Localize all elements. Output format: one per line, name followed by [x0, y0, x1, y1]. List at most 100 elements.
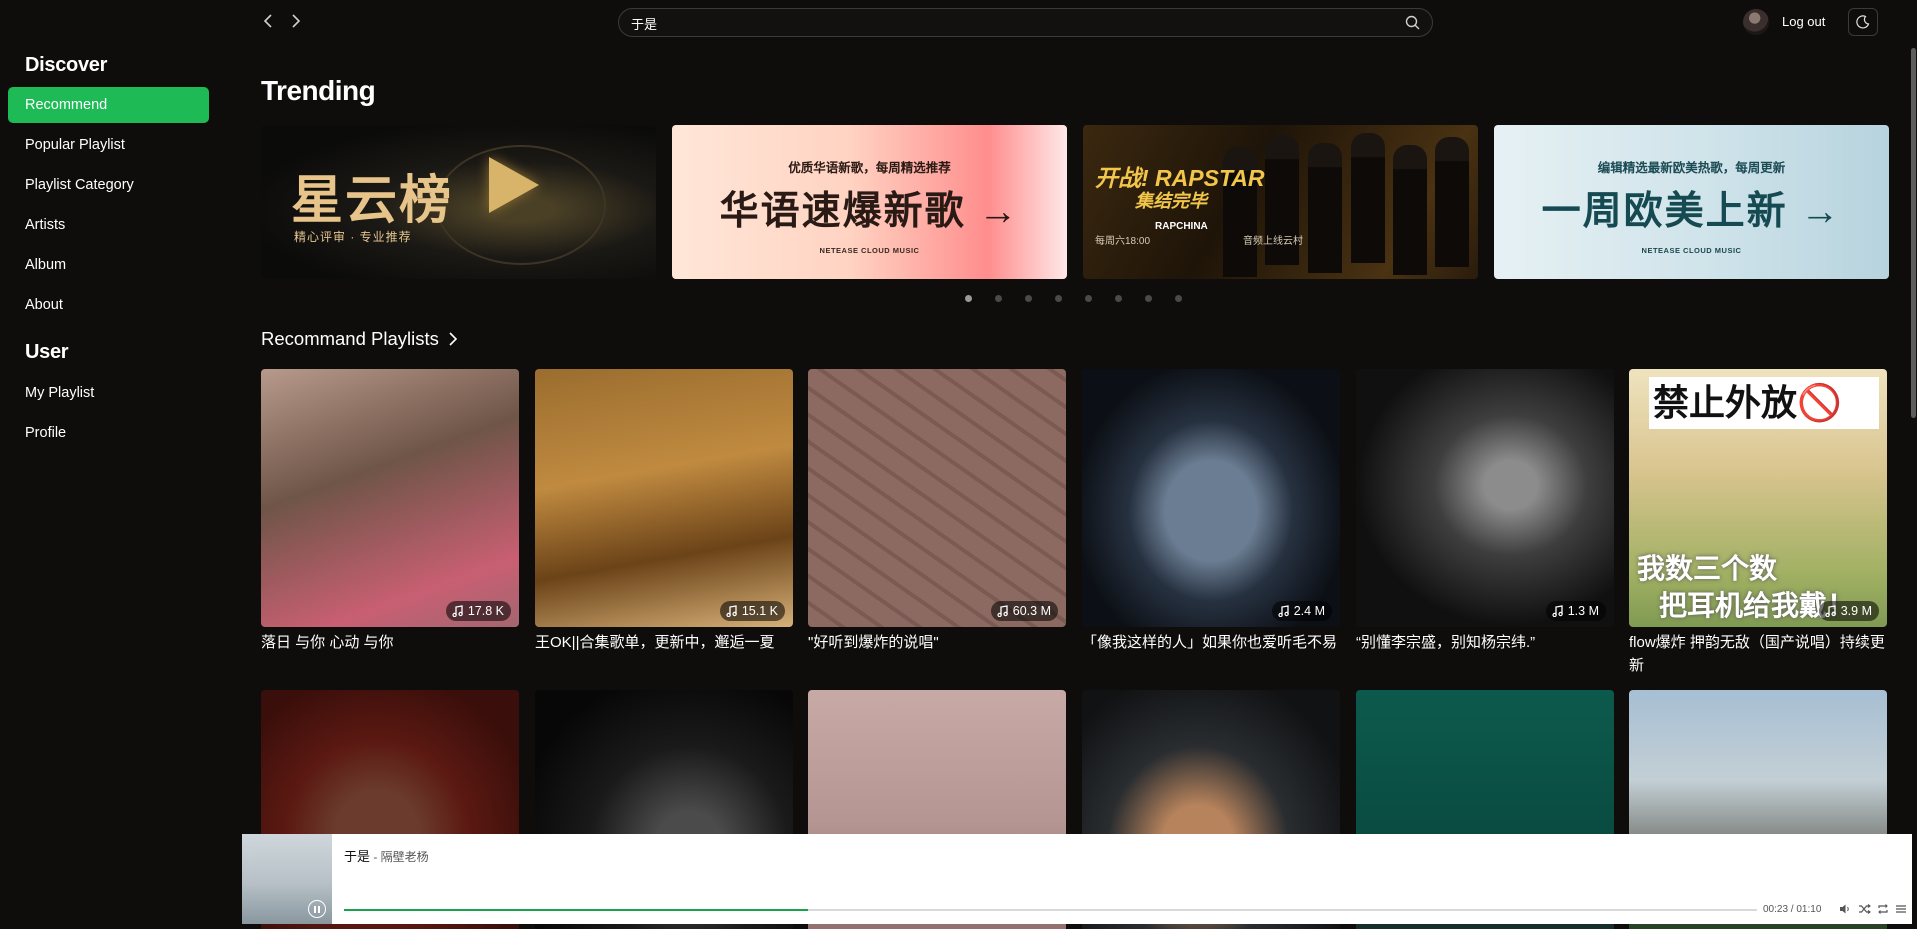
search-icon[interactable]	[1405, 15, 1420, 30]
banner-western-new-songs[interactable]: 编辑精选最新欧美热歌，每周更新 一周欧美上新 → NETEASE CLOUD M…	[1494, 125, 1889, 279]
banner-rapstar[interactable]: 开战! RAPSTAR 集结完毕 RAPCHINA 每周六18:00 音频上线云…	[1083, 125, 1478, 279]
sidebar-item-profile[interactable]: Profile	[8, 415, 209, 451]
play-count: 3.9 M	[1840, 604, 1872, 618]
playback-time: 00:23 / 01:10	[1763, 904, 1822, 915]
carousel-dot[interactable]	[1175, 295, 1182, 302]
playlist-card[interactable]: 15.1 K 王OK||合集歌单，更新中，邂逅一夏	[535, 369, 793, 654]
sidebar-item-popular-playlist[interactable]: Popular Playlist	[8, 127, 209, 163]
forward-button[interactable]	[285, 10, 307, 32]
moon-icon	[1856, 15, 1870, 29]
artist-name: - 隔壁老杨	[370, 850, 429, 864]
carousel-dot[interactable]	[1025, 295, 1032, 302]
sidebar-item-about[interactable]: About	[8, 287, 209, 323]
search-input[interactable]	[631, 13, 1391, 33]
banner-xingyun[interactable]: 星云榜 精心评审 · 专业推荐	[261, 125, 656, 279]
banner-footer: NETEASE CLOUD MUSIC	[1641, 246, 1742, 255]
scrollbar[interactable]	[1911, 48, 1916, 418]
recommend-playlists-heading[interactable]: Recommand Playlists	[261, 328, 458, 350]
carousel-dot[interactable]	[1115, 295, 1122, 302]
banner-figure	[1308, 143, 1342, 273]
playlist-card[interactable]: 17.8 K 落日 与你 心动 与你	[261, 369, 519, 654]
carousel-dots	[965, 295, 1182, 302]
banner-subtitle: 集结完毕	[1135, 191, 1207, 211]
play-count: 2.4 M	[1293, 604, 1325, 618]
banner-footer: NETEASE CLOUD MUSIC	[819, 246, 920, 255]
playlist-card[interactable]: 禁止外放🚫 我数三个数 把耳机给我戴！ 3.9 M flow爆炸 押韵无敌（国产…	[1629, 369, 1887, 677]
cover-sign-text: 禁止外放🚫	[1649, 377, 1879, 429]
carousel-dot[interactable]	[1055, 295, 1062, 302]
discover-heading: Discover	[25, 54, 108, 76]
chevron-left-icon	[263, 14, 272, 28]
playlist-cover: 1.3 M	[1356, 369, 1614, 627]
play-count-badge: 17.8 K	[445, 601, 511, 621]
music-note-icon	[1825, 605, 1836, 617]
playlist-title: flow爆炸 押韵无敌（国产说唱）持续更新	[1629, 634, 1885, 674]
sidebar-item-playlist-category[interactable]: Playlist Category	[8, 167, 209, 203]
avatar[interactable]	[1743, 9, 1769, 35]
play-count-badge: 3.9 M	[1818, 601, 1879, 621]
user-heading: User	[25, 341, 69, 363]
now-playing-title: 于是 - 隔壁老杨	[344, 846, 429, 865]
banner-subtitle: 编辑精选最新欧美热歌，每周更新	[1597, 161, 1786, 175]
player-bar: 于是 - 隔壁老杨 00:23 / 01:10	[242, 834, 1912, 924]
banner-schedule: 每周六18:00	[1095, 236, 1151, 247]
banner-note: 音频上线云村	[1243, 236, 1303, 247]
playlist-cover: 60.3 M	[808, 369, 1066, 627]
playlist-title: 「像我这样的人」如果你也爱听毛不易	[1082, 634, 1338, 651]
sidebar-item-album[interactable]: Album	[8, 247, 209, 283]
carousel-dot[interactable]	[1085, 295, 1092, 302]
volume-icon[interactable]	[1839, 903, 1851, 915]
banner-figure	[1393, 145, 1427, 275]
pause-icon-bar	[318, 905, 320, 913]
playlist-queue-icon[interactable]	[1895, 903, 1907, 915]
banner-title: 一周欧美上新 →	[1541, 190, 1842, 233]
playlist-card[interactable]: 60.3 M "好听到爆炸的说唱"	[808, 369, 1066, 654]
banner-subtitle: 优质华语新歌，每周精选推荐	[788, 161, 951, 175]
music-note-icon	[726, 605, 737, 617]
banner-title: 星云榜	[291, 170, 454, 231]
music-note-icon	[1552, 605, 1563, 617]
play-count-badge: 15.1 K	[719, 601, 785, 621]
sidebar-item-my-playlist[interactable]: My Playlist	[8, 375, 209, 411]
playlist-card[interactable]: 1.3 M “别懂李宗盛，别知杨宗纬.”	[1356, 369, 1614, 654]
playlist-cover: 禁止外放🚫 我数三个数 把耳机给我戴！ 3.9 M	[1629, 369, 1887, 627]
chevron-right-icon	[449, 332, 458, 346]
sidebar-item-artists[interactable]: Artists	[8, 207, 209, 243]
carousel-dot[interactable]	[965, 295, 972, 302]
playlist-title: 王OK||合集歌单，更新中，邂逅一夏	[535, 634, 775, 651]
sidebar-item-recommend[interactable]: Recommend	[8, 87, 209, 123]
search-bar	[618, 8, 1433, 37]
sidebar: Discover Recommend Popular Playlist Play…	[0, 0, 232, 929]
play-count-badge: 1.3 M	[1545, 601, 1606, 621]
back-button[interactable]	[257, 10, 279, 32]
play-count: 60.3 M	[1012, 604, 1051, 618]
repeat-icon[interactable]	[1877, 903, 1889, 915]
banner-title: 华语速爆新歌 →	[719, 190, 1020, 233]
music-note-icon	[997, 605, 1008, 617]
progress-bar[interactable]	[344, 909, 1757, 911]
banner-subtitle: 精心评审 · 专业推荐	[294, 230, 412, 244]
carousel-dot[interactable]	[1145, 295, 1152, 302]
pause-button[interactable]	[308, 900, 326, 918]
play-count-badge: 60.3 M	[990, 601, 1058, 621]
playlist-cover: 17.8 K	[261, 369, 519, 627]
shuffle-icon[interactable]	[1858, 903, 1871, 915]
chevron-right-icon	[292, 14, 301, 28]
play-count: 15.1 K	[741, 604, 778, 618]
play-count: 17.8 K	[467, 604, 504, 618]
banner-figure	[1351, 133, 1385, 263]
music-note-icon	[1278, 605, 1289, 617]
banner-figure	[1435, 137, 1469, 267]
trending-heading: Trending	[261, 75, 376, 106]
playlist-cover: 15.1 K	[535, 369, 793, 627]
theme-toggle-button[interactable]	[1848, 8, 1878, 36]
cover-caption-line: 我数三个数	[1637, 553, 1778, 584]
music-note-icon	[452, 605, 463, 617]
carousel-dot[interactable]	[995, 295, 1002, 302]
banner-chinese-new-songs[interactable]: 优质华语新歌，每周精选推荐 华语速爆新歌 → NETEASE CLOUD MUS…	[672, 125, 1067, 279]
playlist-title: "好听到爆炸的说唱"	[808, 634, 939, 651]
song-name: 于是	[344, 849, 371, 864]
now-playing-cover[interactable]	[242, 834, 332, 924]
playlist-card[interactable]: 2.4 M 「像我这样的人」如果你也爱听毛不易	[1082, 369, 1340, 654]
logout-button[interactable]: Log out	[1782, 14, 1825, 29]
